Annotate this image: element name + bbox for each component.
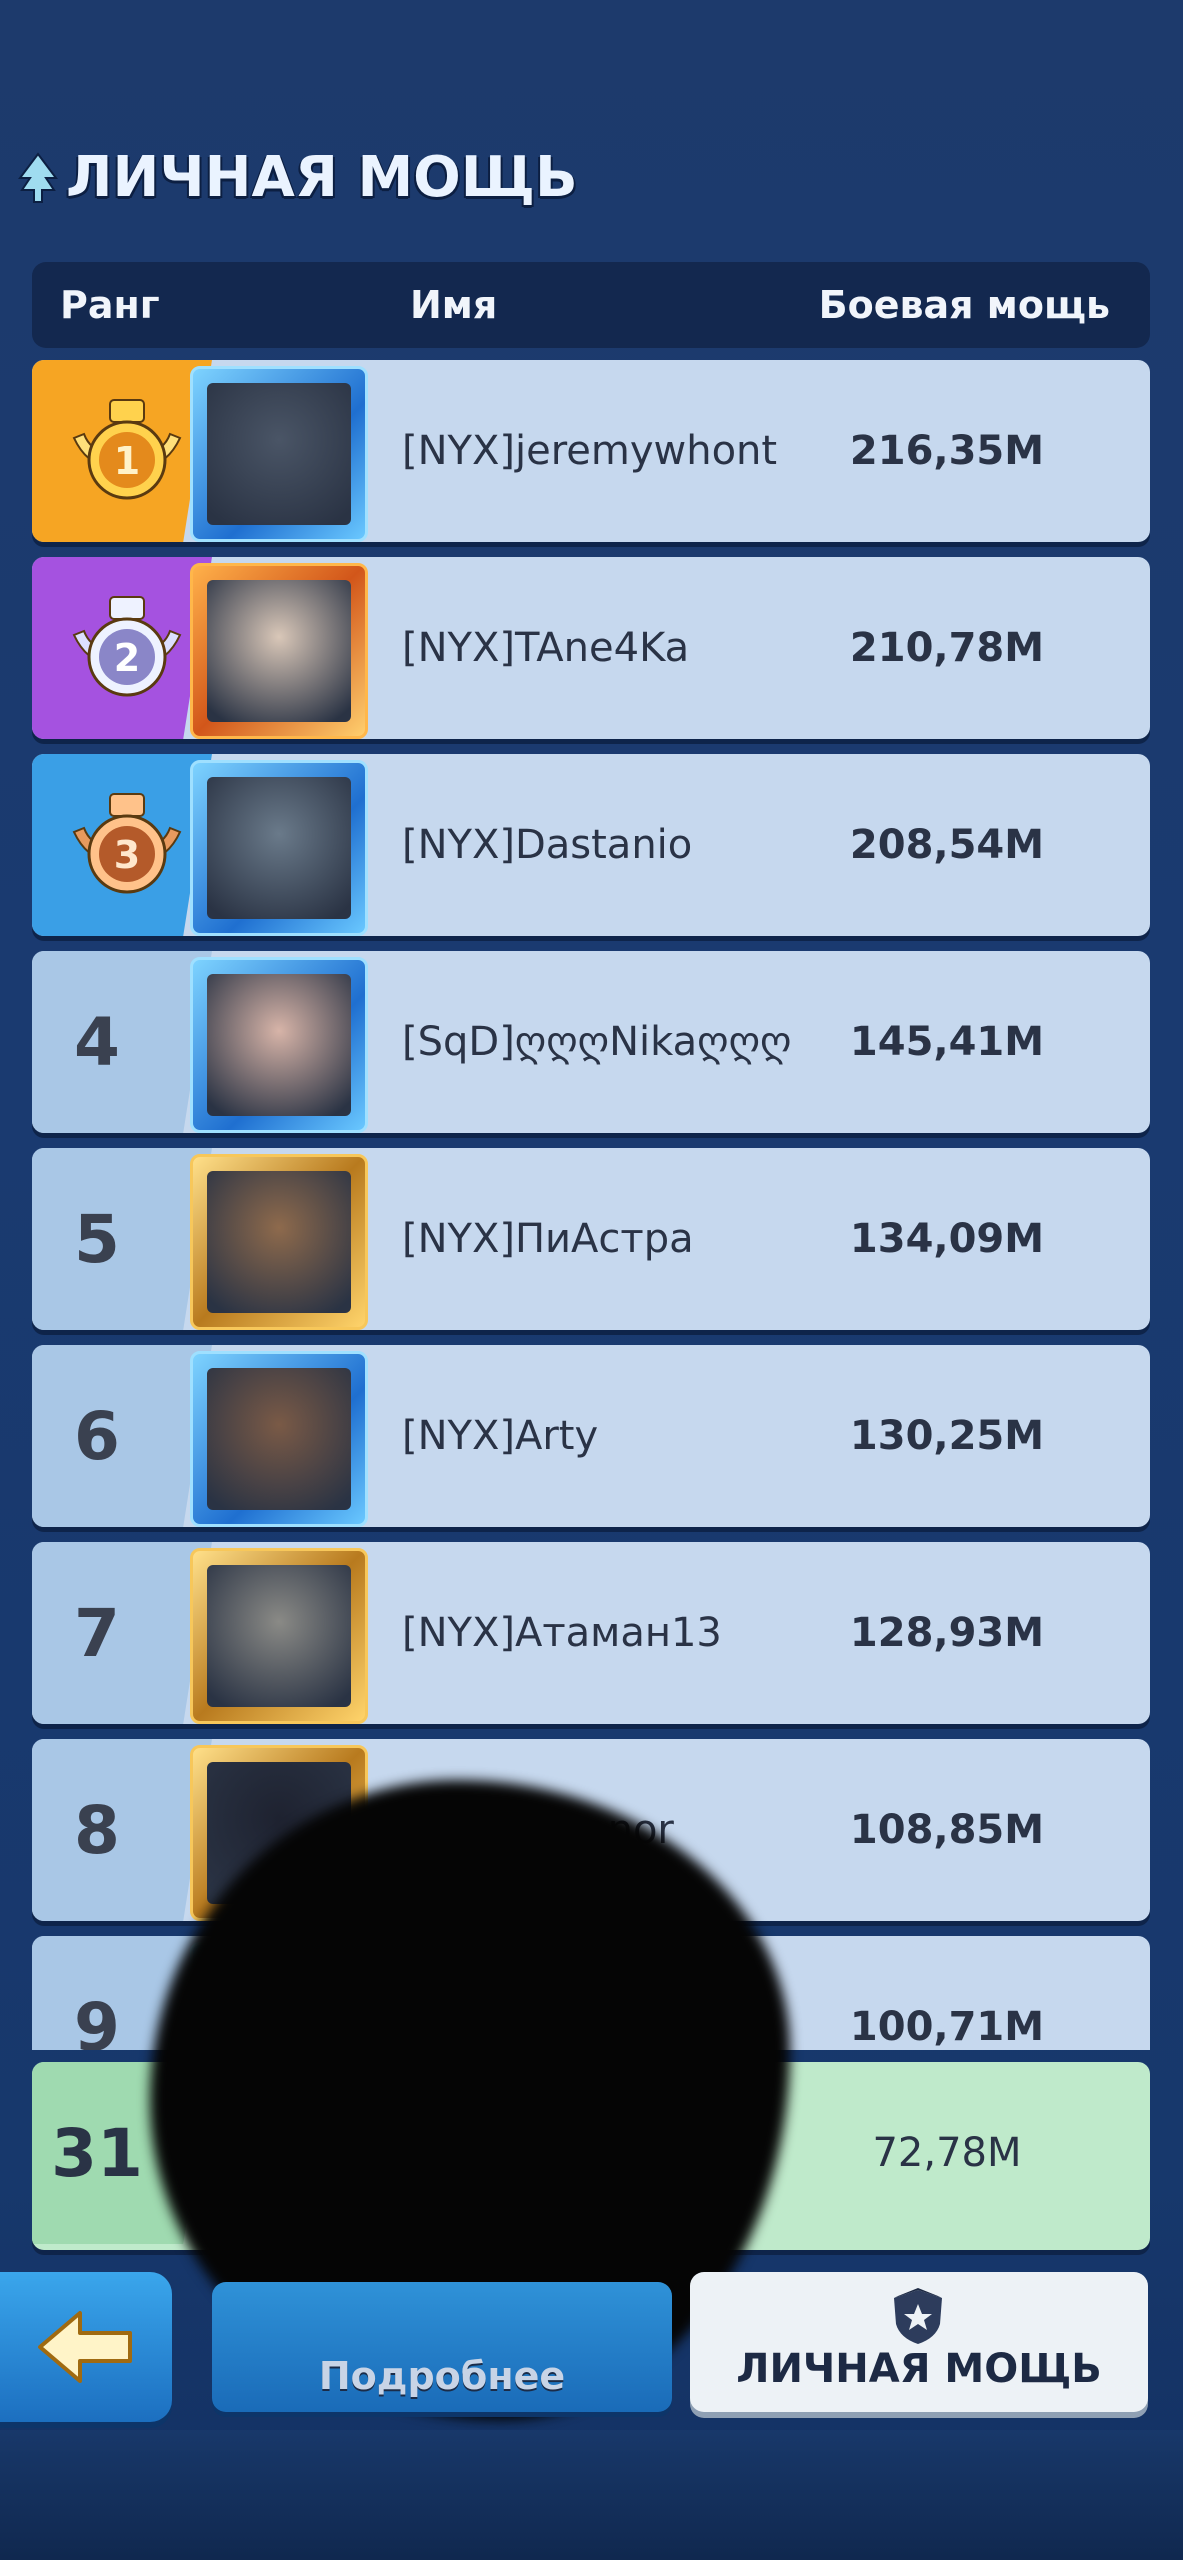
player-name: [NYX]ПиАстра	[402, 1216, 694, 1262]
rank-number: 5	[74, 1200, 120, 1278]
avatar-photo	[207, 777, 351, 919]
player-name: [SqD]ღღღNikaღღღ	[402, 1019, 792, 1065]
player-power: 100,71M	[849, 2004, 1045, 2050]
ranking-row[interactable]: 6 [NYX]Arty 130,25M	[32, 1345, 1150, 1527]
personal-power-tab-label: ЛИЧНАЯ МОЩЬ	[736, 2346, 1102, 2392]
shield-star-icon	[894, 2288, 942, 2344]
medal-rank-number: 1	[114, 439, 140, 483]
ranking-row[interactable]: 1 [NYX]jeremywhont 216,35M	[32, 360, 1150, 542]
rank-number: 6	[74, 1397, 120, 1475]
player-power: 134,09M	[849, 1216, 1045, 1262]
rank-number: 9	[74, 1988, 120, 2051]
player-name: [NYX]Атаман13	[402, 1610, 722, 1656]
avatar-photo	[207, 580, 351, 722]
page-title: ЛИЧНАЯ МОЩЬ	[18, 138, 578, 216]
details-button[interactable]: Подробнее	[212, 2282, 672, 2412]
ranking-row[interactable]: 5 [NYX]ПиАстра 134,09M	[32, 1148, 1150, 1330]
my-power-value: 72,78M	[872, 2130, 1022, 2176]
header-power: Боевая мощь	[818, 283, 1110, 327]
player-avatar[interactable]	[190, 1351, 368, 1527]
personal-power-tab[interactable]: ЛИЧНАЯ МОЩЬ	[690, 2272, 1148, 2412]
table-header: Ранг Имя Боевая мощь	[32, 262, 1150, 348]
silver-medal-icon: 2	[72, 596, 182, 697]
details-button-label: Подробнее	[318, 2354, 566, 2398]
player-avatar[interactable]	[190, 1548, 368, 1724]
rank-number: 7	[74, 1594, 120, 1672]
up-arrow-tree-icon	[18, 152, 58, 203]
ranking-list[interactable]: 1 [NYX]jeremywhont 216,35M 2 [NYX]TAne4Ka 210…	[0, 360, 1183, 2050]
page-title-text: ЛИЧНАЯ МОЩЬ	[66, 144, 578, 210]
medal-rank-number: 3	[114, 833, 140, 877]
avatar-photo	[207, 383, 351, 525]
medal-rank-number: 2	[114, 636, 140, 680]
ranking-row[interactable]: 4 [SqD]ღღღNikaღღღ 145,41M	[32, 951, 1150, 1133]
back-arrow-icon	[38, 2311, 132, 2383]
avatar-photo	[207, 1368, 351, 1510]
ranking-row[interactable]: 7 [NYX]Атаман13 128,93M	[32, 1542, 1150, 1724]
player-name: [NYX]jeremywhont	[402, 428, 778, 474]
player-name: [NYX]Dastanio	[402, 822, 693, 868]
player-avatar[interactable]	[190, 563, 368, 739]
bronze-medal-icon: 3	[72, 793, 182, 894]
rank-number: 8	[74, 1791, 120, 1869]
player-power: 128,93M	[849, 1610, 1045, 1656]
player-power: 130,25M	[849, 1413, 1045, 1459]
player-power: 208,54M	[849, 822, 1045, 868]
player-name: [NYX]TAne4Ka	[402, 625, 690, 671]
player-power: 210,78M	[849, 625, 1045, 671]
my-rank-number: 31	[51, 2114, 143, 2192]
header-rank: Ранг	[60, 283, 160, 327]
ranking-row[interactable]: 2 [NYX]TAne4Ka 210,78M	[32, 557, 1150, 739]
player-power: 108,85M	[849, 1807, 1045, 1853]
bottom-wave	[0, 2430, 1183, 2560]
gold-medal-icon: 1	[72, 399, 182, 500]
player-avatar[interactable]	[190, 957, 368, 1133]
ranking-row[interactable]: 3 [NYX]Dastanio 208,54M	[32, 754, 1150, 936]
back-button[interactable]	[0, 2272, 172, 2422]
player-name: [NYX]Arty	[402, 1413, 599, 1459]
player-power: 216,35M	[849, 428, 1045, 474]
player-power: 145,41M	[849, 1019, 1045, 1065]
rank-number: 4	[74, 1003, 120, 1081]
header-name: Имя	[410, 283, 498, 327]
player-avatar[interactable]	[190, 1154, 368, 1330]
player-avatar[interactable]	[190, 366, 368, 542]
avatar-photo	[207, 1171, 351, 1313]
avatar-photo	[207, 1565, 351, 1707]
player-avatar[interactable]	[190, 760, 368, 936]
avatar-photo	[207, 974, 351, 1116]
